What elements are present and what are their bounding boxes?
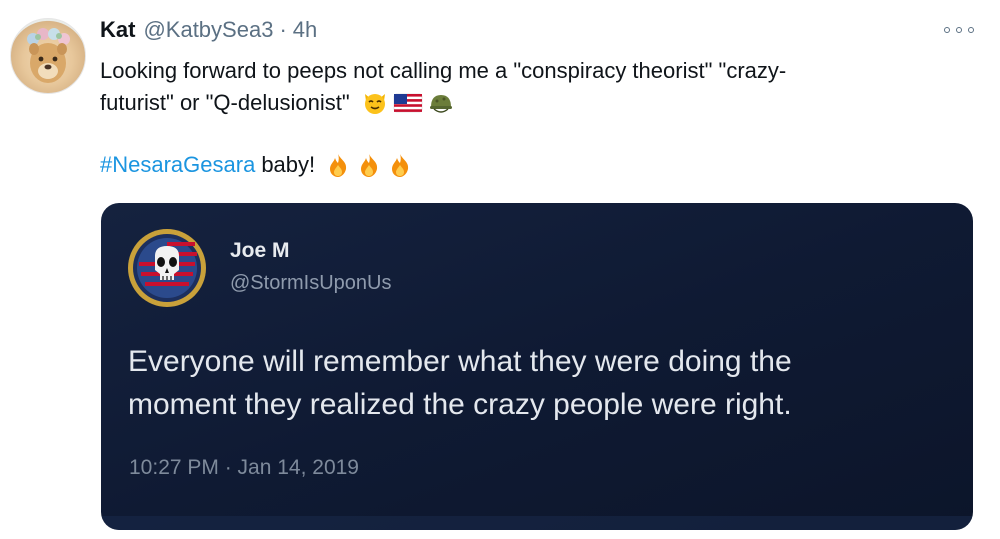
author-name[interactable]: Kat — [100, 17, 135, 43]
more-options-icon[interactable] — [944, 21, 974, 39]
tweet-text-line-2-text: futurist" or "Q-delusionist" — [100, 90, 350, 115]
quoted-tweet-timestamp[interactable]: 10:27 PM · Jan 14, 2019 — [129, 456, 359, 480]
tweet-text-line-3: #NesaraGesara baby! — [100, 152, 413, 178]
tweet-text-after-hashtag: baby! — [261, 152, 316, 177]
tweet-header: Kat @KatbySea3 · 4h — [100, 14, 317, 46]
header-separator: · — [279, 17, 287, 42]
tweet: Kat @KatbySea3 · 4h Looking forward to p… — [0, 0, 1000, 539]
hashtag-link[interactable]: #NesaraGesara — [100, 152, 255, 178]
author-handle[interactable]: @KatbySea3 — [143, 17, 273, 43]
fire-emoji — [325, 152, 351, 178]
quoted-tweet-text-line-1: Everyone will remember what they were do… — [128, 345, 792, 378]
quoted-author-handle[interactable]: @StormIsUponUs — [230, 272, 391, 295]
tweet-text-line-2: futurist" or "Q-delusionist" — [100, 90, 454, 116]
fire-emoji — [387, 152, 413, 178]
fire-emoji — [356, 152, 382, 178]
us-flag-emoji — [393, 90, 423, 116]
tweet-time[interactable]: 4h — [293, 17, 317, 43]
quoted-tweet-text-line-2: moment they realized the crazy people we… — [128, 388, 792, 421]
military-helmet-emoji — [428, 90, 454, 116]
quoted-tweet-text: Everyone will remember what they were do… — [128, 340, 968, 426]
quoted-author-avatar[interactable] — [127, 228, 207, 308]
quoted-tweet-card[interactable]: Joe M @StormIsUponUs Everyone will remem… — [101, 203, 973, 530]
cat-face-emoji — [362, 90, 388, 116]
quoted-author-name[interactable]: Joe M — [230, 239, 290, 263]
author-avatar[interactable] — [10, 18, 86, 94]
tweet-text-line-1: Looking forward to peeps not calling me … — [100, 58, 787, 83]
